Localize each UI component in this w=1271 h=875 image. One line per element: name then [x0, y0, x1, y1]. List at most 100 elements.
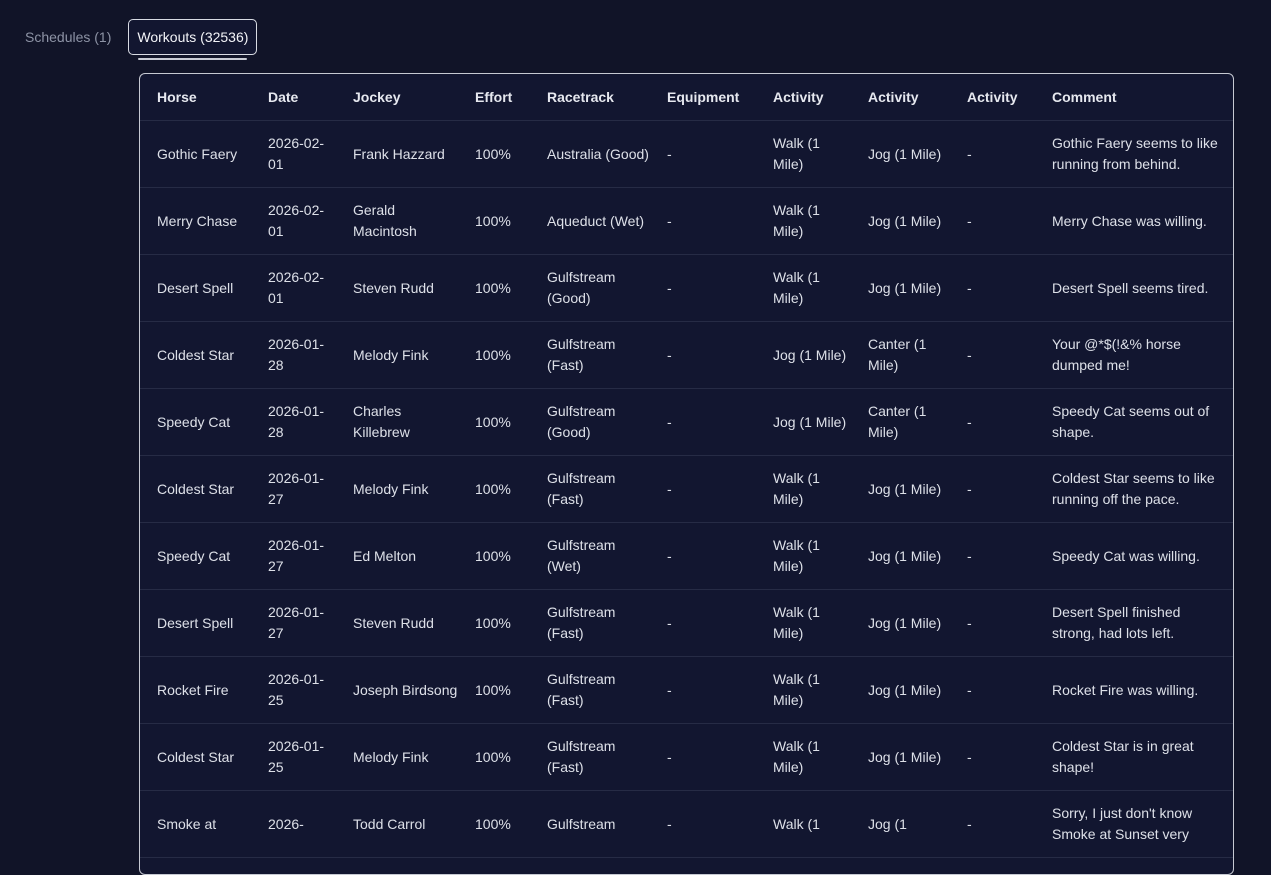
cell-equipment: -	[650, 120, 756, 188]
table-row[interactable]: Speedy Cat 2026-01-27 Ed Melton 100% Gulfstr…	[140, 522, 1233, 590]
cell-activity-2: Jog (1 Mile)	[851, 120, 950, 188]
cell-activity-2: Jog (1 Mile)	[851, 254, 950, 322]
cell-jockey: Ed Melton	[336, 522, 458, 590]
cell-equipment: -	[650, 723, 756, 791]
cell-activity-2: Jog (1 Mile)	[851, 589, 950, 657]
cell-date: 2026-01-28	[251, 321, 336, 389]
cell-date: 2026-02-01	[251, 120, 336, 188]
cell-jockey: Melody Fink	[336, 321, 458, 389]
table-row[interactable]: Coldest Star 2026-01-27 Melody Fink 100% Gul…	[140, 455, 1233, 523]
cell-horse: Coldest Star	[140, 723, 251, 791]
cell-effort: 100%	[458, 120, 530, 188]
cell-activity-1: Walk (1	[756, 790, 851, 858]
workouts-table: Horse Date Jockey Effort Racetrack Equip…	[140, 74, 1233, 858]
cell-activity-3: -	[950, 522, 1035, 590]
cell-racetrack: Aqueduct (Wet)	[530, 187, 650, 255]
cell-jockey: Gerald Macintosh	[336, 187, 458, 255]
column-header-activity-3[interactable]: Activity	[950, 74, 1035, 121]
table-row[interactable]: Smoke at 2026- Todd Carrol 100% Gulfstream - W…	[140, 790, 1233, 858]
tab-schedules[interactable]: Schedules (1)	[16, 19, 120, 55]
cell-effort: 100%	[458, 522, 530, 590]
active-tab-indicator	[138, 58, 248, 60]
column-header-effort[interactable]: Effort	[458, 74, 530, 121]
column-header-jockey[interactable]: Jockey	[336, 74, 458, 121]
table-row[interactable]: Merry Chase 2026-02-01 Gerald Macintosh 100…	[140, 187, 1233, 255]
cell-racetrack: Gulfstream	[530, 790, 650, 858]
cell-comment: Merry Chase was willing.	[1035, 187, 1233, 255]
column-header-comment[interactable]: Comment	[1035, 74, 1233, 121]
cell-equipment: -	[650, 321, 756, 389]
cell-activity-1: Walk (1 Mile)	[756, 522, 851, 590]
cell-jockey: Melody Fink	[336, 455, 458, 523]
cell-date: 2026-02-01	[251, 254, 336, 322]
column-header-horse[interactable]: Horse	[140, 74, 251, 121]
cell-comment: Your @*$(!&% horse dumped me!	[1035, 321, 1233, 389]
cell-date: 2026-01-27	[251, 589, 336, 657]
cell-jockey: Charles Killebrew	[336, 388, 458, 456]
cell-jockey: Steven Rudd	[336, 589, 458, 657]
tab-workouts[interactable]: Workouts (32536)	[128, 19, 258, 60]
cell-activity-3: -	[950, 321, 1035, 389]
cell-horse: Desert Spell	[140, 254, 251, 322]
cell-jockey: Steven Rudd	[336, 254, 458, 322]
cell-activity-1: Walk (1 Mile)	[756, 455, 851, 523]
cell-effort: 100%	[458, 455, 530, 523]
table-row[interactable]: Speedy Cat 2026-01-28 Charles Killebrew 100…	[140, 388, 1233, 456]
cell-date: 2026-01-28	[251, 388, 336, 456]
column-header-date[interactable]: Date	[251, 74, 336, 121]
table-row[interactable]: Rocket Fire 2026-01-25 Joseph Birdsong 100%…	[140, 656, 1233, 724]
cell-racetrack: Gulfstream (Fast)	[530, 321, 650, 389]
cell-comment: Coldest Star is in great shape!	[1035, 723, 1233, 791]
cell-date: 2026-01-25	[251, 656, 336, 724]
cell-comment: Speedy Cat seems out of shape.	[1035, 388, 1233, 456]
cell-activity-1: Jog (1 Mile)	[756, 388, 851, 456]
column-header-activity-2[interactable]: Activity	[851, 74, 950, 121]
cell-date: 2026-01-27	[251, 522, 336, 590]
cell-comment: Gothic Faery seems to like running from …	[1035, 120, 1233, 188]
cell-activity-3: -	[950, 723, 1035, 791]
cell-activity-1: Walk (1 Mile)	[756, 187, 851, 255]
table-row[interactable]: Gothic Faery 2026-02-01 Frank Hazzard 100% A…	[140, 120, 1233, 188]
table-row[interactable]: Desert Spell 2026-01-27 Steven Rudd 100% Gul…	[140, 589, 1233, 657]
cell-activity-3: -	[950, 790, 1035, 858]
cell-activity-2: Jog (1 Mile)	[851, 455, 950, 523]
workouts-table-container: Horse Date Jockey Effort Racetrack Equip…	[139, 73, 1234, 875]
column-header-equipment[interactable]: Equipment	[650, 74, 756, 121]
cell-jockey: Todd Carrol	[336, 790, 458, 858]
cell-comment: Desert Spell seems tired.	[1035, 254, 1233, 322]
cell-effort: 100%	[458, 388, 530, 456]
cell-racetrack: Gulfstream (Fast)	[530, 455, 650, 523]
cell-comment: Desert Spell finished strong, had lots l…	[1035, 589, 1233, 657]
cell-effort: 100%	[458, 589, 530, 657]
table-row[interactable]: Coldest Star 2026-01-25 Melody Fink 100% Gul…	[140, 723, 1233, 791]
cell-effort: 100%	[458, 321, 530, 389]
cell-activity-1: Walk (1 Mile)	[756, 254, 851, 322]
cell-horse: Rocket Fire	[140, 656, 251, 724]
table-row[interactable]: Desert Spell 2026-02-01 Steven Rudd 100% Gul…	[140, 254, 1233, 322]
cell-date: 2026-	[251, 790, 336, 858]
cell-horse: Desert Spell	[140, 589, 251, 657]
cell-activity-2: Canter (1 Mile)	[851, 321, 950, 389]
cell-comment: Speedy Cat was willing.	[1035, 522, 1233, 590]
cell-horse: Speedy Cat	[140, 388, 251, 456]
table-row[interactable]: Coldest Star 2026-01-28 Melody Fink 100% Gul…	[140, 321, 1233, 389]
cell-jockey: Joseph Birdsong	[336, 656, 458, 724]
cell-jockey: Frank Hazzard	[336, 120, 458, 188]
cell-racetrack: Gulfstream (Good)	[530, 388, 650, 456]
cell-horse: Speedy Cat	[140, 522, 251, 590]
cell-activity-1: Walk (1 Mile)	[756, 723, 851, 791]
cell-equipment: -	[650, 589, 756, 657]
cell-jockey: Melody Fink	[336, 723, 458, 791]
cell-racetrack: Australia (Good)	[530, 120, 650, 188]
column-header-racetrack[interactable]: Racetrack	[530, 74, 650, 121]
cell-activity-3: -	[950, 388, 1035, 456]
cell-effort: 100%	[458, 723, 530, 791]
cell-equipment: -	[650, 455, 756, 523]
cell-activity-1: Jog (1 Mile)	[756, 321, 851, 389]
cell-date: 2026-02-01	[251, 187, 336, 255]
cell-activity-3: -	[950, 656, 1035, 724]
cell-comment: Coldest Star seems to like running off t…	[1035, 455, 1233, 523]
column-header-activity-1[interactable]: Activity	[756, 74, 851, 121]
cell-equipment: -	[650, 656, 756, 724]
cell-racetrack: Gulfstream (Wet)	[530, 522, 650, 590]
